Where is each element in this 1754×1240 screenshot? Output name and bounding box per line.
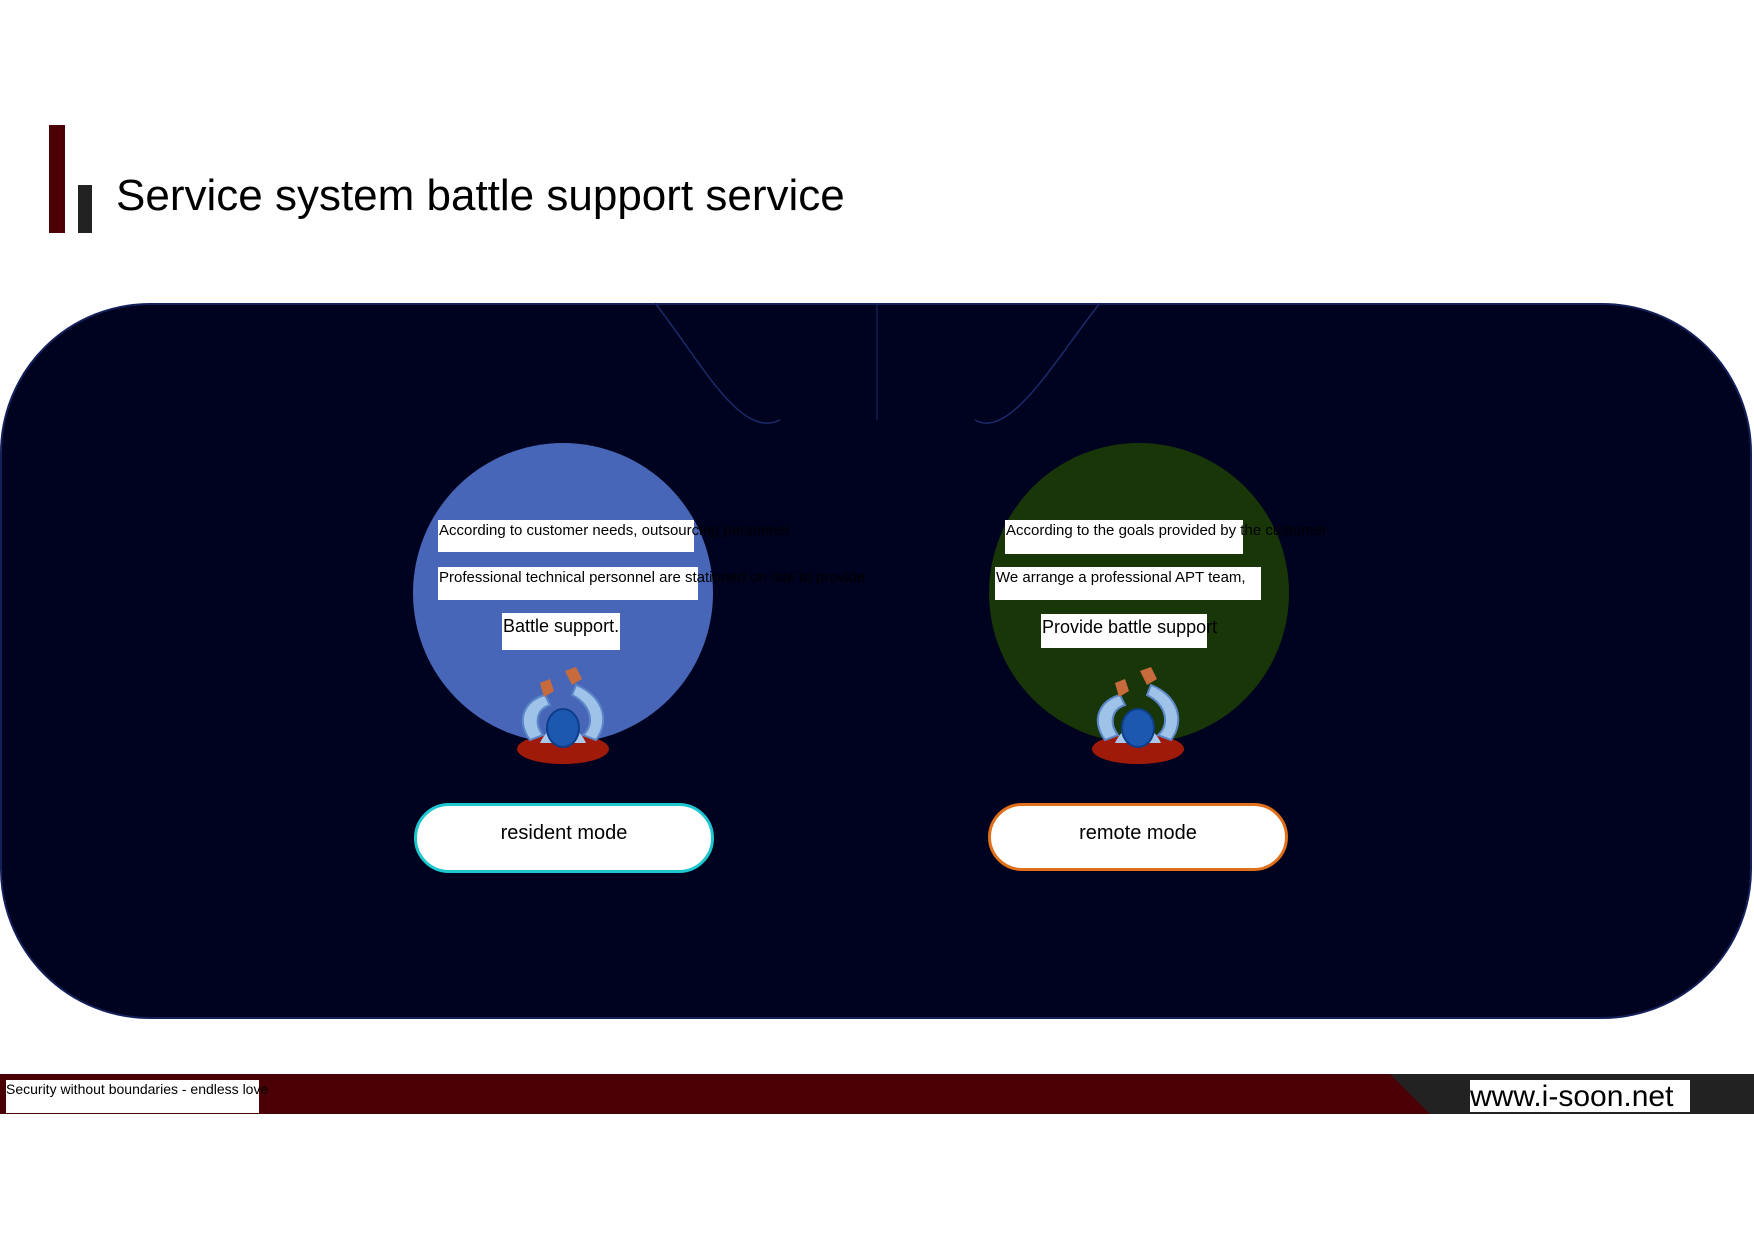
title-accent-bar — [49, 125, 65, 233]
footer-slogan: Security without boundaries - endless lo… — [6, 1080, 268, 1113]
resident-line-3: Battle support. — [502, 613, 620, 650]
resident-mode-button[interactable]: resident mode — [414, 803, 714, 873]
title-accent-bar-dark — [78, 185, 92, 233]
footer-url-link[interactable]: www.i-soon.net — [1470, 1080, 1690, 1113]
person-raising-hands-icon — [1092, 667, 1184, 764]
resident-line-2: Professional technical personnel are sta… — [438, 567, 865, 600]
remote-line-2: We arrange a professional APT team, — [995, 567, 1261, 600]
remote-mode-button[interactable]: remote mode — [988, 803, 1288, 871]
page-title: Service system battle support service — [116, 171, 845, 220]
person-raising-hands-icon — [517, 667, 609, 764]
resident-line-1: According to customer needs, outsourcing… — [438, 520, 789, 552]
remote-line-3: Provide battle support — [1041, 614, 1217, 648]
remote-line-1: According to the goals provided by the c… — [1005, 520, 1327, 554]
main-panel — [0, 303, 1752, 1019]
